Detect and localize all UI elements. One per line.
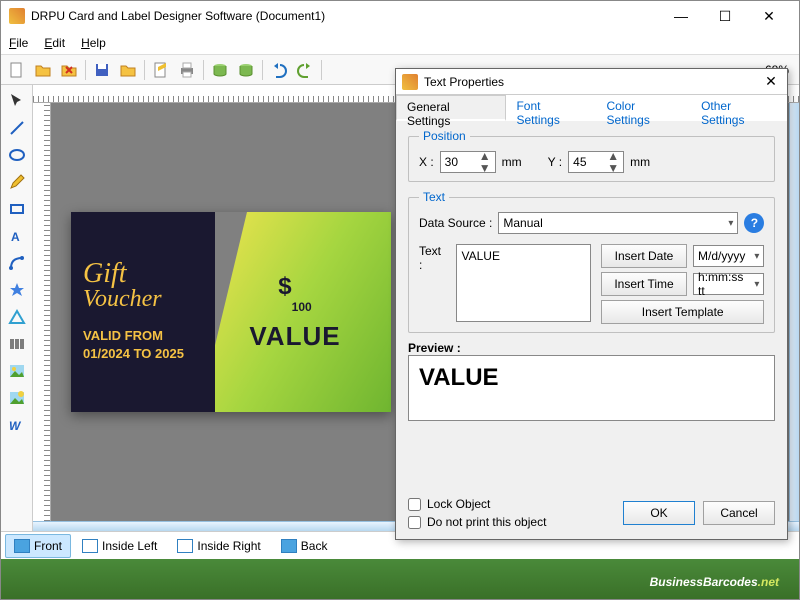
x-unit: mm: [502, 155, 522, 169]
dialog-icon: [402, 74, 418, 90]
tab-other[interactable]: Other Settings: [691, 95, 787, 121]
ruler-vertical: [33, 103, 51, 521]
rect-tool-icon[interactable]: [5, 197, 29, 221]
date-format-select[interactable]: M/d/yyyy: [693, 245, 764, 267]
dialog-footer: Lock Object Do not print this object OK …: [396, 491, 787, 539]
open-folder-icon[interactable]: [116, 58, 140, 82]
footer: BusinessBarcodes.net: [1, 559, 799, 599]
svg-text:A: A: [11, 230, 20, 244]
text-properties-dialog: Text Properties ✕ General Settings Font …: [395, 68, 788, 540]
time-format-select[interactable]: h:mm:ss tt: [693, 273, 764, 295]
y-unit: mm: [630, 155, 650, 169]
library-tool-icon[interactable]: [5, 386, 29, 410]
ellipse-tool-icon[interactable]: [5, 143, 29, 167]
undo-icon[interactable]: [267, 58, 291, 82]
page-inside-right[interactable]: Inside Right: [168, 534, 269, 558]
close-button[interactable]: ✕: [747, 2, 791, 30]
preview-label: Preview :: [408, 341, 775, 355]
menu-help[interactable]: Help: [81, 36, 106, 50]
tab-general[interactable]: General Settings: [396, 95, 506, 121]
card-preview[interactable]: $100 VALUE Gift Voucher VALID FROM 01/20…: [71, 212, 391, 412]
position-group: Position X : 30▲▼ mm Y : 45▲▼ mm: [408, 129, 775, 182]
x-label: X :: [419, 155, 434, 169]
footer-brand: BusinessBarcodes.net: [650, 566, 779, 593]
help-icon[interactable]: ?: [744, 213, 764, 233]
image-tool-icon[interactable]: [5, 359, 29, 383]
barcode-tool-icon[interactable]: [5, 332, 29, 356]
wordart-tool-icon[interactable]: W: [5, 413, 29, 437]
close-file-icon[interactable]: [57, 58, 81, 82]
y-input[interactable]: 45▲▼: [568, 151, 624, 173]
card-voucher-text: Voucher: [83, 286, 203, 313]
noprint-checkbox[interactable]: Do not print this object: [408, 515, 615, 529]
new-icon[interactable]: [5, 58, 29, 82]
dialog-title: Text Properties: [424, 75, 761, 89]
card-valid-text: VALID FROM 01/2024 TO 2025: [83, 327, 203, 363]
star-tool-icon[interactable]: [5, 278, 29, 302]
text-input[interactable]: VALUE: [456, 244, 591, 322]
svg-text:W: W: [9, 419, 22, 433]
edit-icon[interactable]: [149, 58, 173, 82]
tools-sidebar: A W: [1, 85, 33, 531]
card-right-panel: $100 VALUE: [199, 212, 391, 412]
insert-template-button[interactable]: Insert Template: [601, 300, 764, 324]
tab-font[interactable]: Font Settings: [506, 95, 596, 121]
minimize-button[interactable]: —: [659, 2, 703, 30]
database-icon[interactable]: [208, 58, 232, 82]
dialog-close-button[interactable]: ✕: [761, 73, 781, 90]
page-front[interactable]: Front: [5, 534, 71, 558]
text-group: Text Data Source : Manual ? Text : VALUE…: [408, 190, 775, 333]
tab-color[interactable]: Color Settings: [596, 95, 691, 121]
datasource-select[interactable]: Manual: [498, 212, 738, 234]
card-left-panel: Gift Voucher VALID FROM 01/2024 TO 2025: [71, 212, 215, 412]
card-amount: $100: [278, 273, 311, 321]
save-icon[interactable]: [90, 58, 114, 82]
open-icon[interactable]: [31, 58, 55, 82]
lock-checkbox[interactable]: Lock Object: [408, 497, 615, 511]
text-label: Text :: [419, 244, 446, 272]
print-icon[interactable]: [175, 58, 199, 82]
insert-time-button[interactable]: Insert Time: [601, 272, 687, 296]
dialog-titlebar: Text Properties ✕: [396, 69, 787, 95]
page-inside-left[interactable]: Inside Left: [73, 534, 166, 558]
line-tool-icon[interactable]: [5, 116, 29, 140]
database2-icon[interactable]: [234, 58, 258, 82]
app-icon: [9, 8, 25, 24]
menu-edit[interactable]: Edit: [44, 36, 65, 50]
ok-button[interactable]: OK: [623, 501, 695, 525]
datasource-label: Data Source :: [419, 216, 492, 230]
maximize-button[interactable]: ☐: [703, 2, 747, 30]
arc-tool-icon[interactable]: [5, 251, 29, 275]
redo-icon[interactable]: [293, 58, 317, 82]
titlebar: DRPU Card and Label Designer Software (D…: [1, 1, 799, 31]
card-gift-text: Gift: [83, 261, 203, 286]
page-back[interactable]: Back: [272, 534, 337, 558]
card-value-text: VALUE: [249, 321, 340, 352]
insert-date-button[interactable]: Insert Date: [601, 244, 687, 268]
preview-box: VALUE: [408, 355, 775, 421]
triangle-tool-icon[interactable]: [5, 305, 29, 329]
position-legend: Position: [419, 129, 470, 143]
x-input[interactable]: 30▲▼: [440, 151, 496, 173]
pencil-tool-icon[interactable]: [5, 170, 29, 194]
text-legend: Text: [419, 190, 449, 204]
menu-file[interactable]: File: [9, 36, 28, 50]
select-tool-icon[interactable]: [5, 89, 29, 113]
dialog-tabs: General Settings Font Settings Color Set…: [396, 95, 787, 121]
cancel-button[interactable]: Cancel: [703, 501, 775, 525]
menubar: File Edit Help: [1, 31, 799, 55]
scrollbar-vertical[interactable]: [789, 103, 799, 521]
window-title: DRPU Card and Label Designer Software (D…: [31, 9, 659, 23]
y-label: Y :: [548, 155, 562, 169]
text-tool-icon[interactable]: A: [5, 224, 29, 248]
